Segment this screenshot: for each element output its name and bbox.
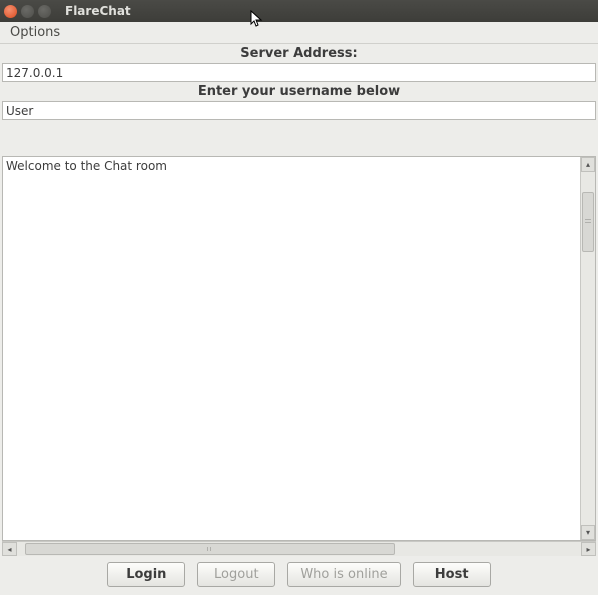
host-button[interactable]: Host (413, 562, 491, 587)
vertical-scrollbar[interactable]: ▴ ▾ (580, 157, 595, 540)
vertical-scroll-thumb[interactable] (582, 192, 594, 252)
server-address-label: Server Address: (0, 44, 598, 63)
scroll-up-icon[interactable]: ▴ (581, 157, 595, 172)
server-address-input[interactable] (2, 63, 596, 82)
scroll-down-icon[interactable]: ▾ (581, 525, 595, 540)
vertical-scroll-track[interactable] (581, 172, 595, 525)
horizontal-scroll-track[interactable] (17, 542, 581, 556)
who-is-online-button[interactable]: Who is online (287, 562, 400, 587)
scroll-left-icon[interactable]: ◂ (2, 542, 17, 556)
spacer (0, 120, 598, 156)
minimize-icon[interactable] (21, 5, 34, 18)
username-input[interactable] (2, 101, 596, 120)
content-area: Server Address: Enter your username belo… (0, 44, 598, 595)
window-title: FlareChat (65, 4, 131, 18)
logout-button[interactable]: Logout (197, 562, 275, 587)
scroll-right-icon[interactable]: ▸ (581, 542, 596, 556)
window-titlebar: FlareChat (0, 0, 598, 22)
menu-options[interactable]: Options (6, 23, 64, 42)
chat-area: Welcome to the Chat room ▴ ▾ (2, 156, 596, 541)
chat-log[interactable]: Welcome to the Chat room (3, 157, 580, 540)
close-icon[interactable] (4, 5, 17, 18)
window-controls (4, 5, 51, 18)
menu-bar: Options (0, 22, 598, 44)
maximize-icon[interactable] (38, 5, 51, 18)
login-button[interactable]: Login (107, 562, 185, 587)
username-label: Enter your username below (0, 82, 598, 101)
horizontal-scroll-thumb[interactable] (25, 543, 395, 555)
button-row: Login Logout Who is online Host (0, 556, 598, 595)
horizontal-scrollbar[interactable]: ◂ ▸ (2, 541, 596, 556)
